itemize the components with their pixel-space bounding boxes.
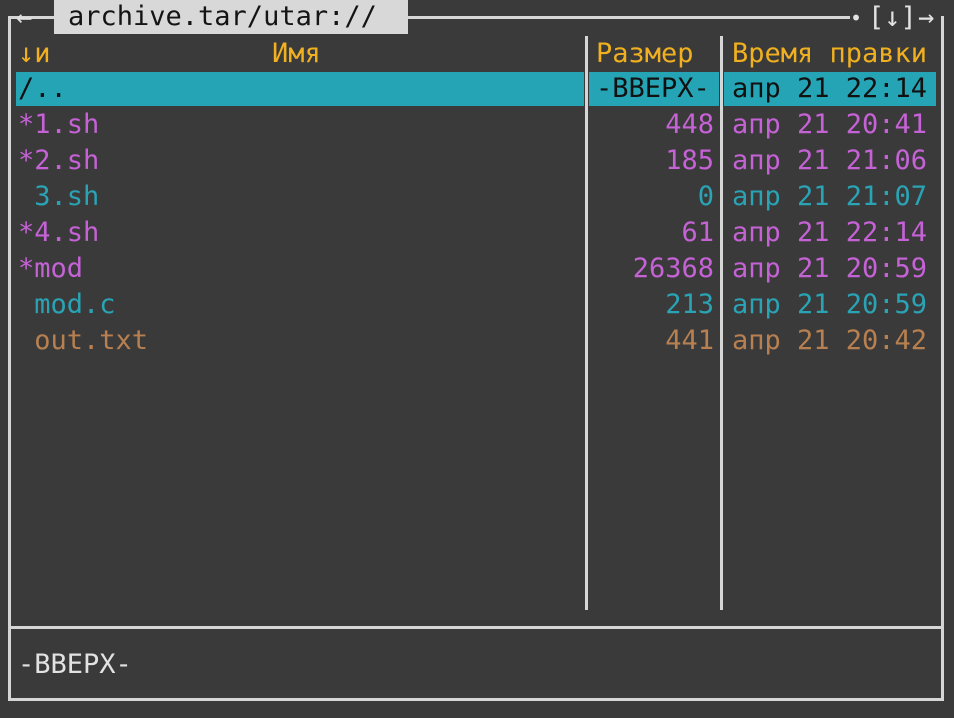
- status-line: -ВВЕРХ-: [18, 649, 132, 680]
- file-name: 3.sh: [18, 181, 100, 212]
- file-row[interactable]: out.txt 441 апр 21 20:42: [0, 323, 954, 359]
- selected-row-mtime: апр 21 22:14: [732, 73, 928, 104]
- column-header-name[interactable]: Имя: [272, 36, 321, 72]
- file-row[interactable]: 3.sh 0 апр 21 21:07: [0, 179, 954, 215]
- file-size: 213: [665, 289, 714, 320]
- file-row[interactable]: *1.sh 448 апр 21 20:41: [0, 107, 954, 143]
- file-mtime: апр 21 20:42: [732, 325, 928, 356]
- file-mtime: апр 21 20:59: [732, 253, 928, 284]
- file-name: *4.sh: [18, 217, 100, 248]
- file-name: *mod: [18, 253, 84, 284]
- file-name: *1.sh: [18, 109, 100, 140]
- file-size: 185: [665, 145, 714, 176]
- history-button[interactable]: [↓]: [868, 0, 917, 36]
- file-mtime: апр 21 20:59: [732, 289, 928, 320]
- file-mtime: апр 21 20:41: [732, 109, 928, 140]
- file-row[interactable]: *2.sh 185 апр 21 21:06: [0, 143, 954, 179]
- file-row[interactable]: *mod 26368 апр 21 20:59: [0, 251, 954, 287]
- panel-title[interactable]: archive.tar/utar://: [68, 0, 377, 34]
- file-size: 441: [665, 325, 714, 356]
- file-mtime: апр 21 21:07: [732, 181, 928, 212]
- selected-row-name: /..: [18, 73, 67, 104]
- file-size: 26368: [632, 253, 714, 284]
- file-name: out.txt: [18, 325, 149, 356]
- selected-row[interactable]: [16, 72, 584, 106]
- file-name: mod.c: [18, 289, 116, 320]
- file-size: 61: [681, 217, 714, 248]
- file-mtime: апр 21 21:06: [732, 145, 928, 176]
- column-header-size[interactable]: Размер: [596, 36, 694, 72]
- sort-indicator[interactable]: ↓и: [18, 36, 51, 72]
- file-name: *2.sh: [18, 145, 100, 176]
- selected-row-size: -ВВЕРХ-: [596, 73, 710, 104]
- file-mtime: апр 21 22:14: [732, 217, 928, 248]
- nav-forward-icon[interactable]: →: [918, 0, 934, 36]
- file-row[interactable]: mod.c 213 апр 21 20:59: [0, 287, 954, 323]
- column-header-mtime[interactable]: Время правки: [732, 36, 927, 72]
- hotlist-dot-icon[interactable]: •: [850, 0, 862, 36]
- frame-bottom: [8, 698, 944, 701]
- file-row[interactable]: *4.sh 61 апр 21 22:14: [0, 215, 954, 251]
- file-size: 448: [665, 109, 714, 140]
- file-size: 0: [697, 181, 714, 212]
- frame-top-right: [408, 16, 850, 19]
- nav-back-icon[interactable]: ←: [16, 0, 32, 36]
- status-separator: [8, 626, 944, 629]
